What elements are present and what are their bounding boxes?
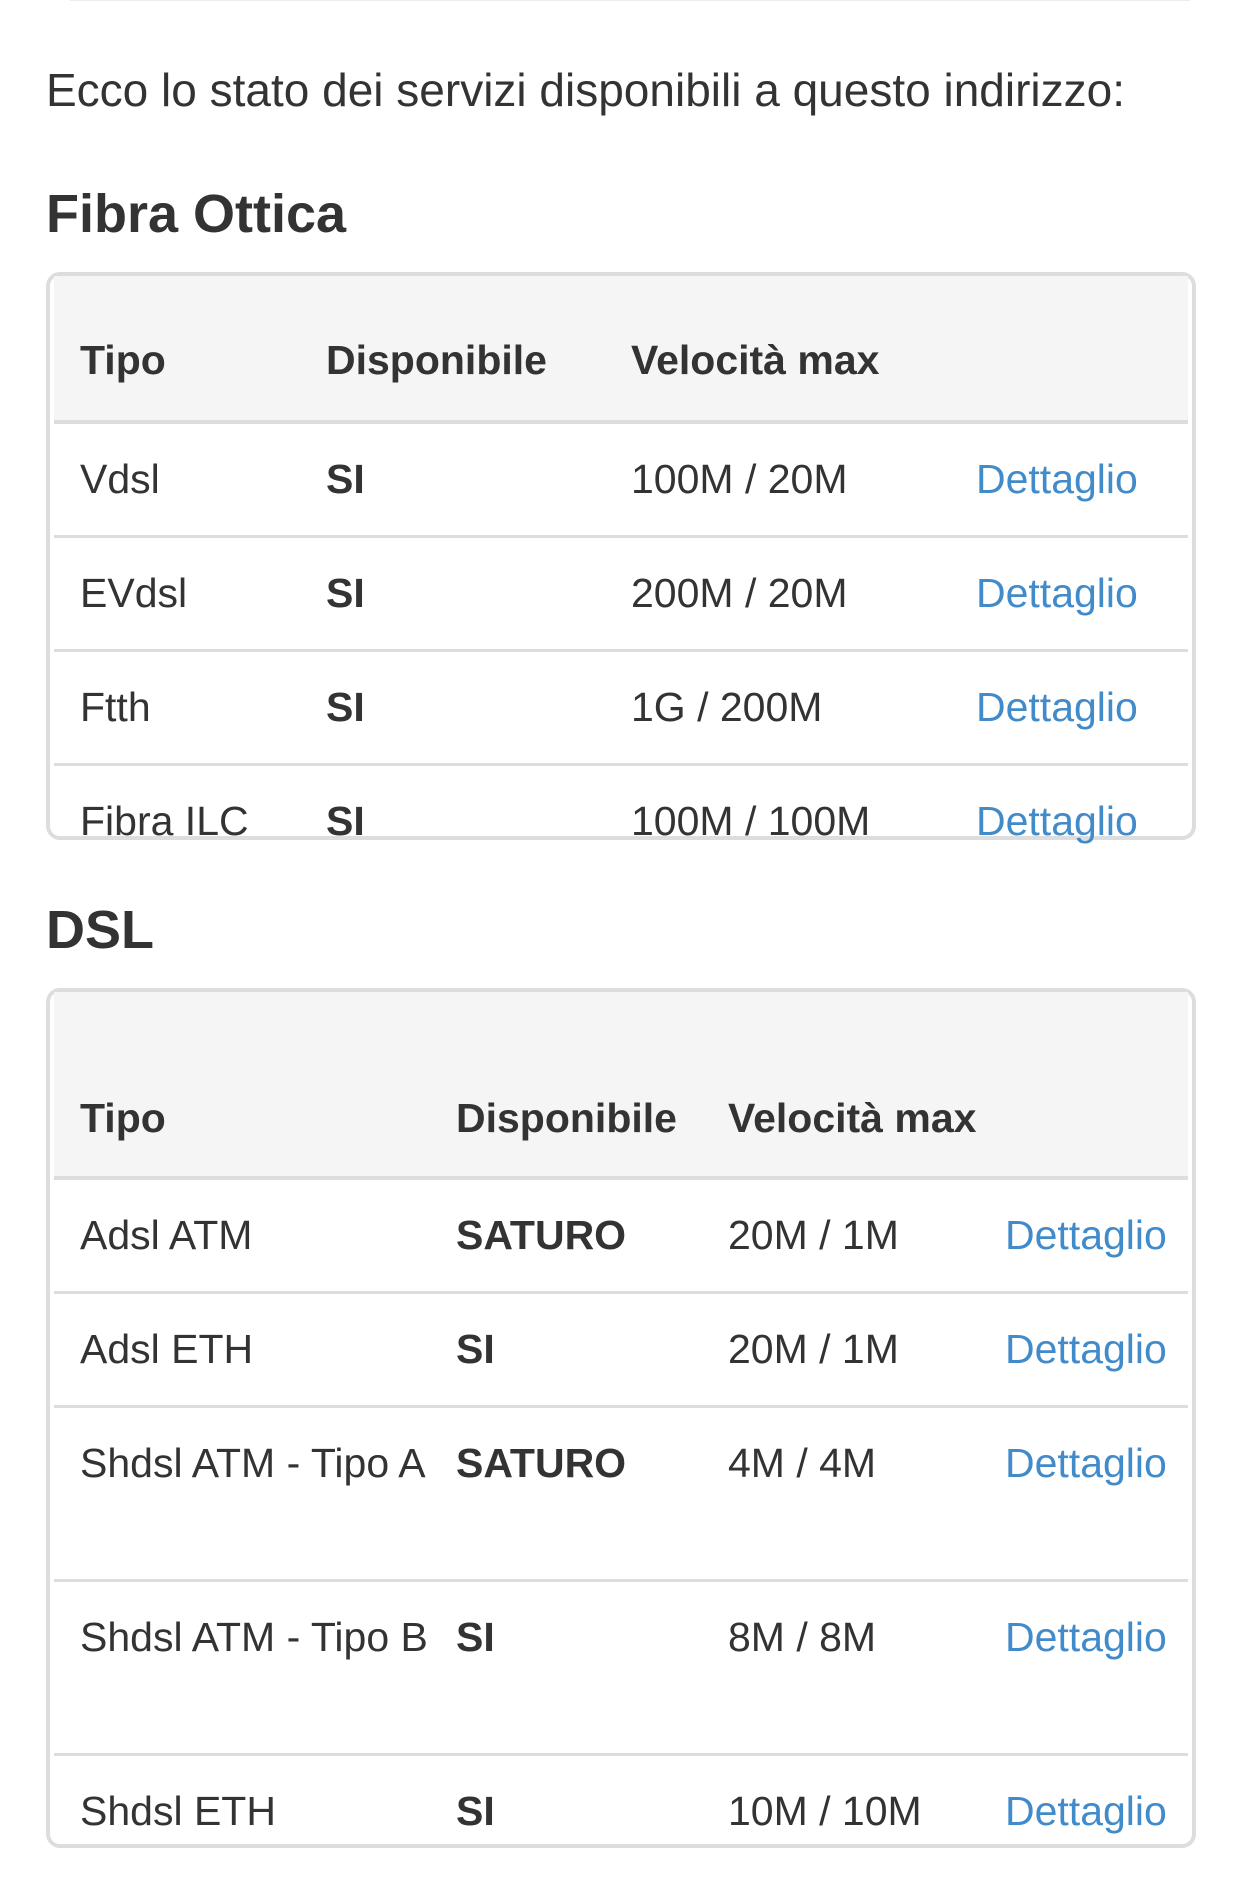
table-row: Shdsl ATM - Tipo B SI 8M / 8M Dettaglio	[54, 1579, 1188, 1755]
cell-tipo: Adsl ETH	[54, 1291, 430, 1407]
table-row: Shdsl ETH SI 10M / 10M Dettaglio	[54, 1753, 1188, 1867]
cell-velocita: 10M / 10M	[702, 1753, 979, 1867]
cell-velocita: 8M / 8M	[702, 1579, 979, 1755]
table-row: Fibra ILC SI 100M / 100M Dettaglio	[54, 763, 1188, 877]
header-tipo: Tipo	[54, 276, 300, 424]
table-row: Adsl ATM SATURO 20M / 1M Dettaglio	[54, 1178, 1188, 1293]
table-row: Ftth SI 1G / 200M Dettaglio	[54, 649, 1188, 765]
cell-tipo: Adsl ATM	[80, 1212, 253, 1258]
cell-disponibile: SI	[300, 649, 605, 765]
cell-disponibile: SI	[326, 456, 365, 502]
cell-velocita: 200M / 20M	[605, 535, 950, 651]
dettaglio-link[interactable]: Dettaglio	[976, 456, 1138, 502]
table-row: Vdsl SI 100M / 20M Dettaglio	[54, 422, 1188, 537]
table-header-row: Tipo Disponibile Velocità max	[54, 276, 1188, 424]
cell-velocita: 4M / 4M	[702, 1405, 979, 1581]
table-row: EVdsl SI 200M / 20M Dettaglio	[54, 535, 1188, 651]
intro-text: Ecco lo stato dei servizi disponibili a …	[46, 64, 1125, 116]
dettaglio-link[interactable]: Dettaglio	[1005, 1212, 1167, 1258]
dettaglio-link[interactable]: Dettaglio	[976, 798, 1138, 844]
table-header-row: Tipo Disponibile Velocità max	[54, 992, 1188, 1180]
cell-tipo: EVdsl	[54, 535, 300, 651]
cell-velocita: 20M / 1M	[702, 1291, 979, 1407]
cell-velocita: 100M / 20M	[631, 456, 848, 502]
table-row: Shdsl ATM - Tipo A SATURO 4M / 4M Dettag…	[54, 1405, 1188, 1581]
dettaglio-link[interactable]: Dettaglio	[976, 684, 1138, 730]
dettaglio-link[interactable]: Dettaglio	[1005, 1440, 1167, 1486]
cell-velocita: 20M / 1M	[728, 1212, 899, 1258]
dettaglio-link[interactable]: Dettaglio	[976, 570, 1138, 616]
dettaglio-link[interactable]: Dettaglio	[1005, 1788, 1167, 1834]
header-velocita: Velocità max	[702, 992, 979, 1180]
header-tipo: Tipo	[54, 992, 430, 1180]
fibra-table-panel: Tipo Disponibile Velocità max Vdsl SI 10…	[46, 272, 1196, 877]
cell-velocita: 1G / 200M	[605, 649, 950, 765]
cell-disponibile: SI	[430, 1291, 702, 1407]
cell-tipo: Shdsl ATM - Tipo B	[54, 1579, 430, 1755]
dsl-table-panel: Tipo Disponibile Velocità max Adsl ATM S…	[46, 988, 1196, 1867]
dettaglio-link[interactable]: Dettaglio	[1005, 1614, 1167, 1660]
header-actions	[950, 276, 1188, 424]
cell-tipo: Fibra ILC	[54, 763, 300, 877]
section-title-dsl: DSL	[46, 900, 154, 960]
header-velocita: Velocità max	[605, 276, 950, 424]
fibra-table: Tipo Disponibile Velocità max Vdsl SI 10…	[54, 276, 1188, 877]
cell-tipo: Ftth	[54, 649, 300, 765]
cell-disponibile: SI	[430, 1753, 702, 1867]
header-disponibile: Disponibile	[300, 276, 605, 424]
header-disponibile: Disponibile	[430, 992, 702, 1180]
cell-disponibile: SATURO	[430, 1405, 702, 1581]
table-row: Adsl ETH SI 20M / 1M Dettaglio	[54, 1291, 1188, 1407]
cell-disponibile: SATURO	[456, 1212, 627, 1258]
top-divider	[70, 0, 1190, 1]
header-actions	[979, 992, 1188, 1180]
dsl-table: Tipo Disponibile Velocità max Adsl ATM S…	[54, 992, 1188, 1867]
cell-tipo: Shdsl ATM - Tipo A	[54, 1405, 430, 1581]
cell-velocita: 100M / 100M	[605, 763, 950, 877]
cell-disponibile: SI	[300, 535, 605, 651]
cell-tipo: Shdsl ETH	[54, 1753, 430, 1867]
section-title-fibra: Fibra Ottica	[46, 184, 347, 244]
dettaglio-link[interactable]: Dettaglio	[1005, 1326, 1167, 1372]
cell-disponibile: SI	[300, 763, 605, 877]
cell-disponibile: SI	[430, 1579, 702, 1755]
cell-tipo: Vdsl	[80, 456, 160, 502]
